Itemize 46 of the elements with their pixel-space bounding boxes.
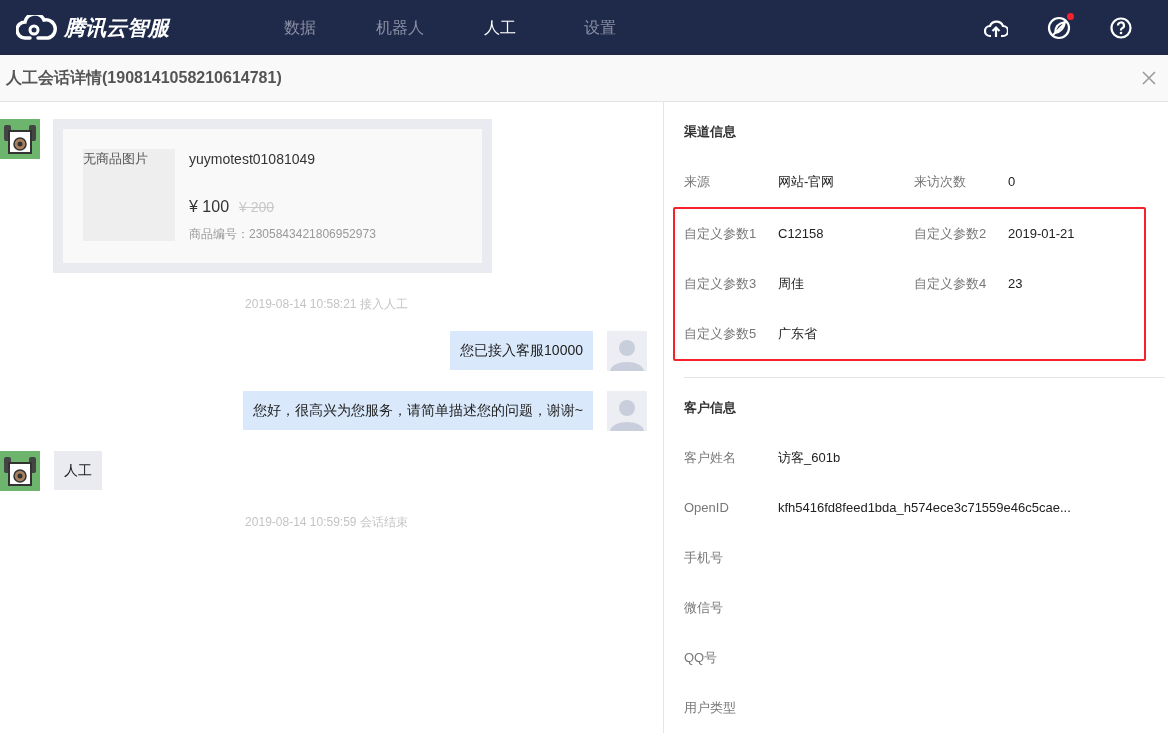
product-price: ¥ 100 — [189, 197, 230, 217]
user-avatar-icon — [607, 391, 647, 431]
nav-tab[interactable]: 设置 — [550, 0, 650, 55]
field-value: 广东省 — [778, 325, 817, 344]
close-icon[interactable] — [1142, 71, 1156, 85]
cloud-logo-icon — [16, 14, 58, 41]
broken-image-text: 无商品图片 — [83, 150, 148, 168]
field-label: OpenID — [684, 499, 730, 518]
field-value: 周佳 — [778, 275, 804, 294]
leaf-icon[interactable] — [1047, 15, 1071, 40]
field-value: 网站-官网 — [778, 173, 835, 192]
nav-tab[interactable]: 人工 — [450, 0, 550, 55]
field-label: 自定义参数3 — [684, 275, 758, 294]
field-label: 手机号 — [684, 549, 724, 568]
field-label: 自定义参数1 — [684, 225, 758, 244]
field-value: C12158 — [778, 225, 824, 244]
system-notice: 2019-08-14 10:58:21 接入人工 — [245, 296, 408, 311]
field-label: 来源 — [684, 173, 711, 192]
product-code: 商品编号：2305843421806952973 — [189, 226, 376, 243]
field-label: 自定义参数2 — [914, 225, 988, 244]
brand-name: 腾讯云智服 — [64, 14, 169, 41]
field-label: 客户姓名 — [684, 449, 737, 468]
nav-tab[interactable]: 数据 — [250, 0, 350, 55]
nav-tab[interactable]: 机器人 — [350, 0, 450, 55]
field-label: 自定义参数4 — [914, 275, 988, 294]
product-name: yuymotest01081049 — [189, 150, 317, 169]
section-title: 客户信息 — [684, 399, 737, 417]
robot-avatar-icon — [0, 451, 40, 491]
agent-message: 您好，很高兴为您服务，请简单描述您的问题，谢谢~ — [242, 391, 593, 430]
field-label: QQ号 — [684, 649, 719, 668]
visitor-message: 人工 — [54, 451, 102, 490]
help-icon[interactable] — [1110, 16, 1132, 39]
user-avatar-icon — [607, 331, 647, 371]
field-value: kfh5416fd8feed1bda_h574ece3c71559e46c5cae... — [778, 499, 1071, 518]
field-value: 2019-01-21 — [1008, 225, 1075, 244]
field-value: 访客_601b — [778, 449, 841, 468]
field-label: 用户类型 — [684, 699, 737, 718]
field-label: 来访次数 — [914, 173, 967, 192]
agent-message: 您已接入客服10000 — [450, 331, 593, 370]
field-label: 微信号 — [684, 599, 724, 618]
field-label: 自定义参数5 — [684, 325, 758, 344]
page-title: 人工会话详情(1908141058210614781) — [6, 68, 282, 88]
robot-avatar-icon — [0, 119, 40, 159]
field-value: 23 — [1008, 275, 1023, 294]
field-value: 0 — [1008, 173, 1016, 192]
section-title: 渠道信息 — [684, 123, 737, 141]
